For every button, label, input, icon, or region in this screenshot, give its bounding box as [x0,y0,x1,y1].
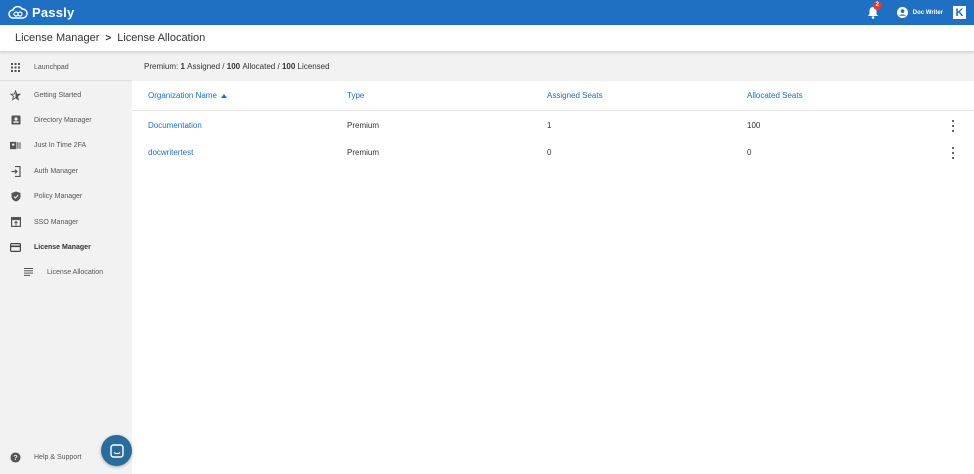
organization-link[interactable]: docwritertest [148,148,193,157]
row-more-options-icon[interactable] [950,120,956,132]
badge-icon [10,140,21,151]
brand-name: Passly [32,5,75,20]
account-circle-icon [896,7,908,18]
org-logo-letter: K [955,6,964,19]
breadcrumb: License Manager > License Allocation [0,25,974,52]
contact-card-icon [10,115,21,126]
chat-icon [109,443,124,458]
grid-icon [10,62,21,73]
sort-ascending-icon [220,93,227,98]
column-header-allocated-seats[interactable]: Allocated Seats [747,91,803,100]
sidebar-item-label: Directory Manager [34,116,92,124]
cloud-logo-icon [8,5,28,19]
sidebar-divider [0,80,132,81]
allocated-seats-cell: 100 [747,121,761,130]
shield-icon [10,191,21,202]
column-header-organization-name[interactable]: Organization Name [148,91,227,100]
star-icon [10,89,21,101]
summary-allocated-label: Allocated / [242,62,280,71]
sidebar-item-label: License Manager [34,243,91,251]
sidebar-item-label: SSO Manager [34,218,79,226]
sidebar-item-label: License Allocation [47,268,104,276]
row-more-options-icon[interactable] [950,147,956,159]
sidebar-item-just-in-time-2fa[interactable]: Just In Time 2FA [0,134,132,156]
organization-link[interactable]: Documentation [148,121,202,130]
notifications-button[interactable]: 2 [867,0,882,20]
breadcrumb-current: License Allocation [117,32,206,44]
sidebar-item-license-manager[interactable]: License Manager [0,236,132,258]
summary-assigned-label: Assigned / [187,62,225,71]
sidebar-item-license-allocation[interactable]: License Allocation [0,261,132,283]
sidebar-item-label: Help & Support [34,453,82,461]
sidebar-item-getting-started[interactable]: Getting Started [0,84,132,106]
sidebar-item-label: Just In Time 2FA [34,141,87,149]
license-summary-bar: Premium: 1 Assigned / 100 Allocated / 10… [132,52,974,81]
breadcrumb-parent[interactable]: License Manager [15,32,99,44]
table-header: Organization Name Type Assigned Seats Al… [132,81,974,111]
list-icon [23,267,34,278]
login-icon [10,165,21,177]
column-header-type[interactable]: Type [347,91,364,100]
summary-tier: Premium: [144,62,179,71]
table-row: Documentation Premium 1 100 [132,111,974,138]
top-app-bar: Passly 2 Doc Writer K [0,0,974,25]
table-row: docwritertest Premium 0 0 [132,138,974,165]
sidebar-item-label: Policy Manager [34,192,83,200]
column-header-assigned-seats[interactable]: Assigned Seats [547,91,603,100]
type-cell: Premium [347,121,380,130]
sidebar-item-label: Auth Manager [34,167,78,175]
sso-icon [10,217,21,228]
summary-licensed-label: Licensed [297,62,330,71]
sidebar-item-label: Launchpad [34,63,69,71]
sidebar-item-launchpad[interactable]: Launchpad [0,56,132,78]
sidebar-item-policy-manager[interactable]: Policy Manager [0,185,132,207]
user-menu[interactable]: Doc Writer [896,7,943,18]
summary-assigned-count: 1 [180,62,185,71]
summary-licensed-count: 100 [281,62,296,71]
passly-logo[interactable]: Passly [8,0,74,25]
sidebar-item-auth-manager[interactable]: Auth Manager [0,160,132,182]
sidebar-item-sso-manager[interactable]: SSO Manager [0,211,132,233]
user-name: Doc Writer [912,9,943,16]
assigned-seats-cell: 0 [547,148,552,157]
notification-badge: 2 [872,0,882,10]
license-allocation-table: Organization Name Type Assigned Seats Al… [132,81,974,165]
breadcrumb-separator: > [105,32,112,44]
type-cell: Premium [347,148,380,157]
sidebar-item-label: Getting Started [34,91,82,99]
org-logo[interactable]: K [953,6,966,19]
column-header-label: Organization Name [148,91,217,100]
allocated-seats-cell: 0 [747,148,752,157]
svg-text:?: ? [13,453,18,462]
assigned-seats-cell: 1 [547,121,552,130]
sidebar: Launchpad Getting Started Directory Mana… [0,52,132,474]
help-icon: ? [10,451,21,463]
summary-allocated-count: 100 [226,62,241,71]
sidebar-item-directory-manager[interactable]: Directory Manager [0,109,132,131]
credit-card-icon [10,242,21,253]
chat-support-button[interactable] [101,435,132,466]
